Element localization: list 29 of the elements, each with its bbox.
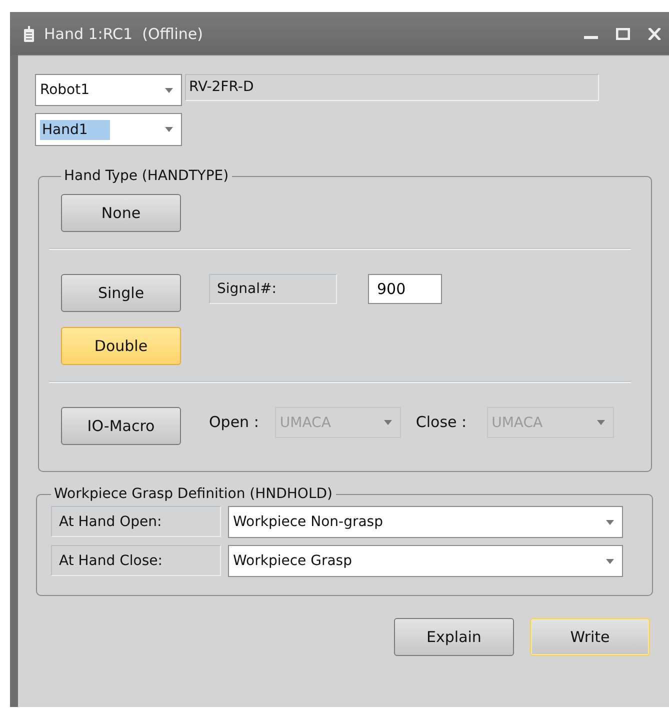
dropdown-arrow-icon (606, 520, 614, 524)
hand-type-button[interactable]: None (61, 194, 181, 232)
close-icon[interactable] (648, 28, 661, 40)
open-label: Open : (209, 413, 259, 431)
dropdown-arrow-icon (596, 420, 605, 425)
maximize-icon[interactable] (616, 28, 630, 40)
dialog-button[interactable]: Write (530, 618, 650, 656)
field-label: At Hand Close: (51, 545, 221, 576)
hand-type-button[interactable]: Single (61, 274, 181, 312)
signal-label: Signal#: (209, 274, 337, 304)
group-title: Hand Type (HANDTYPE) (63, 168, 230, 184)
document-icon (24, 26, 34, 42)
grasp-dropdown[interactable]: Workpiece Grasp (228, 545, 623, 577)
dropdown-arrow-icon (384, 420, 392, 425)
dropdown-arrow-icon (606, 558, 614, 564)
hand-type-button[interactable]: Double (61, 327, 181, 365)
hand-dropdown[interactable]: Hand1 (35, 113, 182, 146)
grasp-dropdown[interactable]: Workpiece Non-grasp (228, 506, 623, 538)
signal-input[interactable]: 900 (368, 274, 442, 304)
model-field: RV-2FR-D (185, 74, 599, 101)
field-label: At Hand Open: (51, 506, 221, 537)
dialog-button[interactable]: Explain (394, 618, 514, 656)
group-title: Workpiece Grasp Definition (HNDHOLD) (53, 486, 334, 502)
hand-type-button[interactable]: IO-Macro (61, 407, 181, 445)
robot-dropdown[interactable]: Robot1 (35, 74, 182, 106)
dropdown-arrow-icon (165, 127, 173, 132)
dropdown-arrow-icon (165, 88, 173, 92)
window-title: Hand 1:RC1 (Offline) (44, 24, 204, 42)
close-label: Close : (416, 413, 467, 431)
